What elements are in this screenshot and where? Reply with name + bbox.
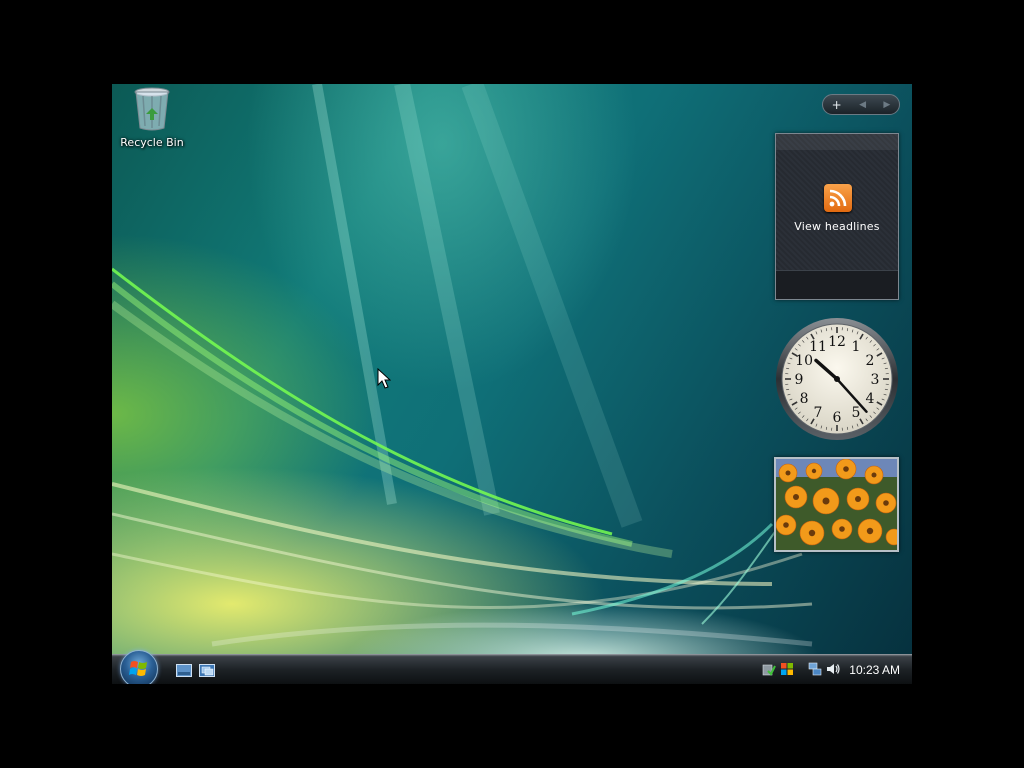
clock-number: 7 (814, 405, 823, 421)
previous-page-button[interactable]: ◀ (859, 99, 866, 111)
clock-gadget[interactable]: 12 1 2 3 4 5 6 7 8 9 10 11 (774, 316, 900, 442)
show-desktop-icon[interactable] (176, 664, 192, 677)
clock-number: 3 (871, 372, 880, 388)
orange-flowers-photo (776, 459, 897, 550)
slideshow-gadget[interactable] (774, 457, 899, 552)
volume-icon[interactable] (826, 662, 840, 676)
clock-number: 9 (795, 372, 804, 388)
notification-area: 10:23 AM (762, 655, 912, 684)
start-button[interactable] (120, 650, 158, 684)
recycle-bin-desktop-icon[interactable]: Recycle Bin (116, 86, 188, 149)
gadget-header-band (776, 134, 898, 150)
clock-number: 8 (800, 391, 809, 407)
rss-icon (824, 184, 852, 212)
next-page-button[interactable]: ▶ (883, 99, 890, 111)
clock-number: 1 (852, 339, 861, 355)
clock-number: 6 (833, 410, 842, 426)
windows-logo-icon (129, 661, 147, 676)
switch-windows-icon[interactable] (199, 664, 215, 677)
clock-number: 12 (828, 334, 846, 350)
mouse-cursor-icon (377, 368, 391, 389)
sidebar-controls: + ◀ ▶ (822, 94, 900, 115)
taskbar: 10:23 AM (112, 650, 912, 684)
desktop[interactable]: Recycle Bin + ◀ ▶ View headlines 12 1 2 … (112, 84, 912, 684)
recycle-bin-label: Recycle Bin (120, 136, 184, 149)
network-icon[interactable] (808, 662, 822, 676)
gadget-footer-band (776, 270, 898, 299)
feed-headlines-gadget[interactable]: View headlines (775, 133, 899, 300)
add-gadget-button[interactable]: + (832, 99, 842, 111)
clock-number: 11 (809, 339, 827, 355)
view-headlines-link[interactable]: View headlines (776, 220, 898, 233)
windows-flag-icon[interactable] (780, 662, 794, 676)
taskbar-clock[interactable]: 10:23 AM (849, 663, 900, 677)
clock-number: 10 (795, 353, 813, 369)
analog-clock: 12 12 3 45678 9 1011 (776, 318, 898, 440)
windows-defender-icon[interactable] (762, 662, 776, 676)
clock-number: 2 (865, 353, 874, 369)
clock-number: 5 (852, 405, 861, 421)
clock-number: 4 (865, 391, 874, 407)
recycle-bin-icon (134, 87, 170, 131)
